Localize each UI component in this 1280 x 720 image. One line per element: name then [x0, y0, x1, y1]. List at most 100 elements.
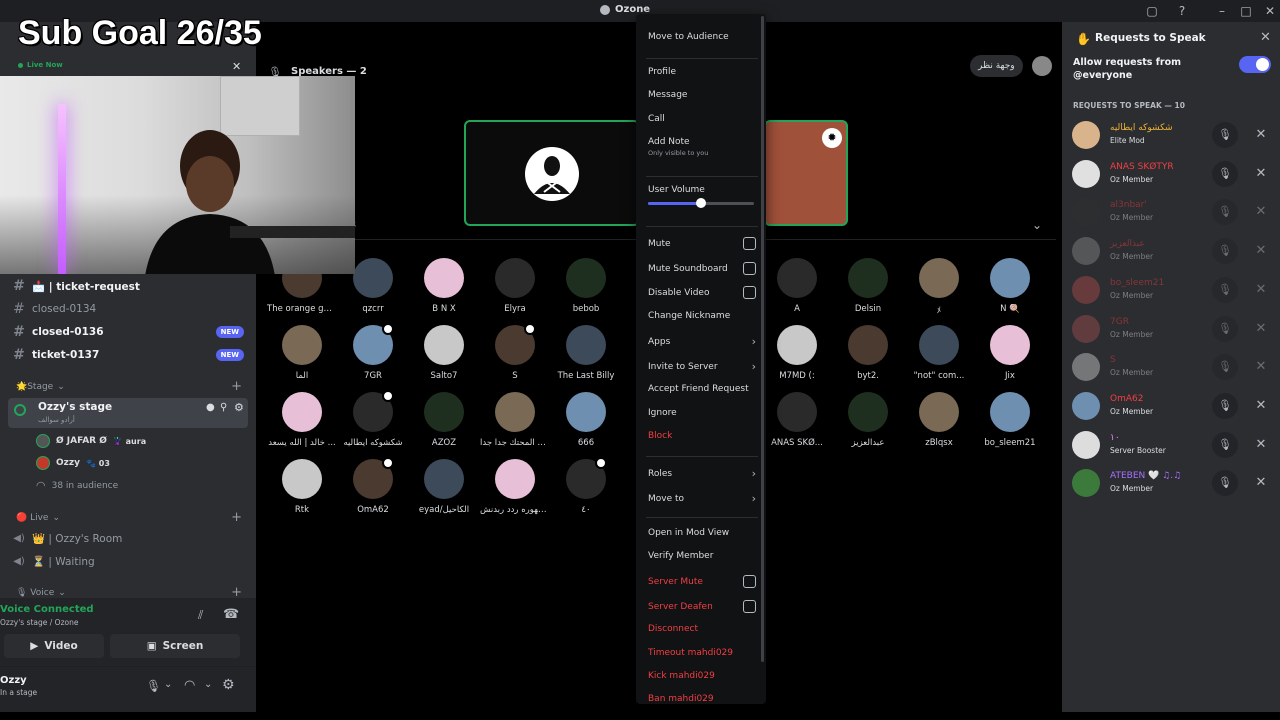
close-window-button[interactable]: ✕	[1262, 3, 1278, 19]
menu-item-server-deafen[interactable]: Server Deafen	[648, 600, 756, 613]
invite-icon[interactable]: ⚲	[220, 402, 227, 413]
dismiss-icon[interactable]: ✕	[1248, 354, 1274, 380]
menu-item-kick-mahdi029[interactable]: Kick mahdi029	[648, 671, 756, 681]
gear-icon[interactable]: ⚙	[234, 401, 244, 414]
menu-item-user-volume[interactable]: User Volume	[648, 185, 756, 195]
audience-member[interactable]: "not" com...	[904, 325, 974, 381]
dismiss-icon[interactable]: ✕	[1248, 122, 1274, 148]
menu-item-move-to-audience[interactable]: Move to Audience	[648, 32, 756, 42]
audience-member[interactable]: byt2.	[833, 325, 903, 381]
audience-member[interactable]: Salto7	[409, 325, 479, 381]
audience-member[interactable]: AZOZ	[409, 392, 479, 448]
menu-item-message[interactable]: Message	[648, 90, 756, 100]
speak-request-row[interactable]: S Oz Member 🎙 ✕	[1072, 349, 1277, 385]
category-live[interactable]: 🔴 Live ⌄	[16, 513, 60, 523]
invite-to-speak-icon[interactable]: 🎙	[1212, 276, 1238, 303]
close-icon[interactable]: ✕	[1260, 30, 1271, 45]
user-name[interactable]: Ozzy	[0, 675, 27, 686]
checkbox[interactable]	[743, 237, 756, 250]
audience-member[interactable]: M7MD (:	[762, 325, 832, 381]
channel-closed-0136[interactable]: # closed-0136 NEW	[12, 322, 248, 342]
dismiss-icon[interactable]: ✕	[1248, 470, 1274, 496]
audience-member[interactable]: Elyra	[480, 258, 550, 314]
voice-channel-ozzys-room[interactable]: ◀) 👑 | Ozzy's Room	[12, 528, 248, 548]
audience-member[interactable]: Jix	[975, 325, 1045, 381]
audience-member[interactable]: ﾒ	[904, 258, 974, 316]
dismiss-icon[interactable]: ✕	[1248, 316, 1274, 342]
menu-item-move-to[interactable]: Move to ›	[648, 492, 756, 505]
dismiss-icon[interactable]: ✕	[1248, 277, 1274, 303]
close-icon[interactable]: ✕	[232, 60, 241, 73]
menu-item-accept-friend-request[interactable]: Accept Friend Request	[648, 384, 756, 394]
audience-member[interactable]: عبدالعزيز	[833, 392, 903, 448]
speak-request-row[interactable]: ATEBEN 🤍 ♫.♫ Oz Member 🎙 ✕	[1072, 465, 1277, 501]
speaker-card[interactable]: ✹	[764, 120, 848, 226]
audience-member[interactable]: الما	[267, 325, 337, 381]
chat-icon[interactable]: ●	[206, 402, 215, 413]
checkbox[interactable]	[743, 286, 756, 299]
allow-requests-toggle[interactable]	[1239, 56, 1271, 73]
audience-member[interactable]: ANAS SKØ...	[762, 392, 832, 448]
channel-closed-0134[interactable]: # closed-0134	[12, 299, 248, 319]
category-voice[interactable]: 🎙 Voice ⌄	[16, 588, 66, 598]
speak-request-row[interactable]: ١٠ Server Booster 🎙 ✕	[1072, 427, 1277, 463]
menu-item-mute[interactable]: Mute	[648, 237, 756, 250]
menu-item-roles[interactable]: Roles ›	[648, 467, 756, 480]
menu-item-timeout-mahdi029[interactable]: Timeout mahdi029	[648, 648, 756, 658]
channel-ticket-request[interactable]: # 📩 | ticket-request	[12, 276, 248, 296]
menu-item-call[interactable]: Call	[648, 114, 756, 124]
menu-item-ignore[interactable]: Ignore	[648, 408, 756, 418]
menu-item-disable-video[interactable]: Disable Video	[648, 286, 756, 299]
audience-member[interactable]: The Last Billy	[551, 325, 621, 381]
audience-member[interactable]: OmA62	[338, 457, 408, 515]
chevron-down-icon[interactable]: ⌄	[164, 679, 172, 690]
add-channel-icon[interactable]: +	[231, 379, 242, 394]
menu-item-ban-mahdi029[interactable]: Ban mahdi029	[648, 694, 756, 704]
audience-member[interactable]: A	[762, 258, 832, 314]
volume-slider-handle[interactable]	[696, 198, 706, 208]
dismiss-icon[interactable]: ✕	[1248, 199, 1274, 225]
menu-item-verify-member[interactable]: Verify Member	[648, 551, 756, 561]
menu-item-open-in-mod-view[interactable]: Open in Mod View	[648, 528, 756, 538]
invite-to-speak-icon[interactable]: 🎙	[1212, 238, 1238, 265]
chevron-down-icon[interactable]: ⌄	[204, 679, 212, 690]
menu-item-add-note[interactable]: Add Note	[648, 137, 756, 147]
audience-member[interactable]: 666	[551, 392, 621, 448]
speak-request-row[interactable]: ANAS SKØTYR Oz Member 🎙 ✕	[1072, 156, 1277, 192]
checkbox[interactable]	[743, 575, 756, 588]
disconnect-icon[interactable]: ☎	[223, 607, 239, 622]
menu-item-block[interactable]: Block	[648, 431, 756, 441]
audience-member[interactable]: B N X	[409, 258, 479, 314]
maximize-button[interactable]: □	[1238, 3, 1254, 19]
dismiss-icon[interactable]: ✕	[1248, 393, 1274, 419]
speak-request-row[interactable]: al3nbar' Oz Member 🎙 ✕	[1072, 194, 1277, 230]
speak-request-row[interactable]: 7GR Oz Member 🎙 ✕	[1072, 311, 1277, 347]
audience-member[interactable]: ون المحتك جدا جدا...	[480, 392, 550, 448]
menu-item-profile[interactable]: Profile	[648, 67, 756, 77]
menu-item-apps[interactable]: Apps ›	[648, 335, 756, 348]
speak-request-row[interactable]: bo_sleem21 Oz Member 🎙 ✕	[1072, 272, 1277, 308]
speaker-card[interactable]	[464, 120, 640, 226]
audience-member[interactable]: شهوره ردد ربدنش...	[480, 459, 550, 515]
speak-request-row[interactable]: OmA62 Oz Member 🎙 ✕	[1072, 388, 1277, 424]
audience-member[interactable]: bo_sleem21	[975, 392, 1045, 448]
invite-to-speak-icon[interactable]: 🎙	[1212, 431, 1238, 458]
dismiss-icon[interactable]: ✕	[1248, 238, 1274, 264]
voice-channel-waiting[interactable]: ◀) ⏳ | Waiting	[12, 551, 248, 571]
voice-status[interactable]: Voice Connected	[0, 604, 94, 615]
screen-share-button[interactable]: ▣ Screen	[110, 634, 240, 658]
stage-channel-ozzys-stage[interactable]: Ozzy's stage أرادو سوالف ● ⚲ ⚙	[8, 398, 248, 428]
audience-member[interactable]: Rtk	[267, 459, 337, 515]
invite-to-speak-icon[interactable]: 🎙	[1212, 470, 1238, 497]
help-icon[interactable]: ?	[1174, 3, 1190, 19]
menu-item-disconnect[interactable]: Disconnect	[648, 624, 756, 634]
headphones-icon[interactable]: ◠	[184, 678, 195, 693]
microphone-icon[interactable]: 🎙	[146, 679, 161, 693]
audience-member[interactable]: Delsin	[833, 258, 903, 314]
speaker-name-tag[interactable]: وجهة نظر	[970, 55, 1023, 77]
audience-member[interactable]: 7GR	[338, 323, 408, 381]
invite-to-speak-icon[interactable]: 🎙	[1212, 199, 1238, 226]
invite-to-speak-icon[interactable]: 🎙	[1212, 315, 1238, 342]
category-stage[interactable]: 🌟Stage ⌄	[16, 382, 65, 392]
chevron-down-icon[interactable]: ⌄	[1032, 218, 1042, 232]
